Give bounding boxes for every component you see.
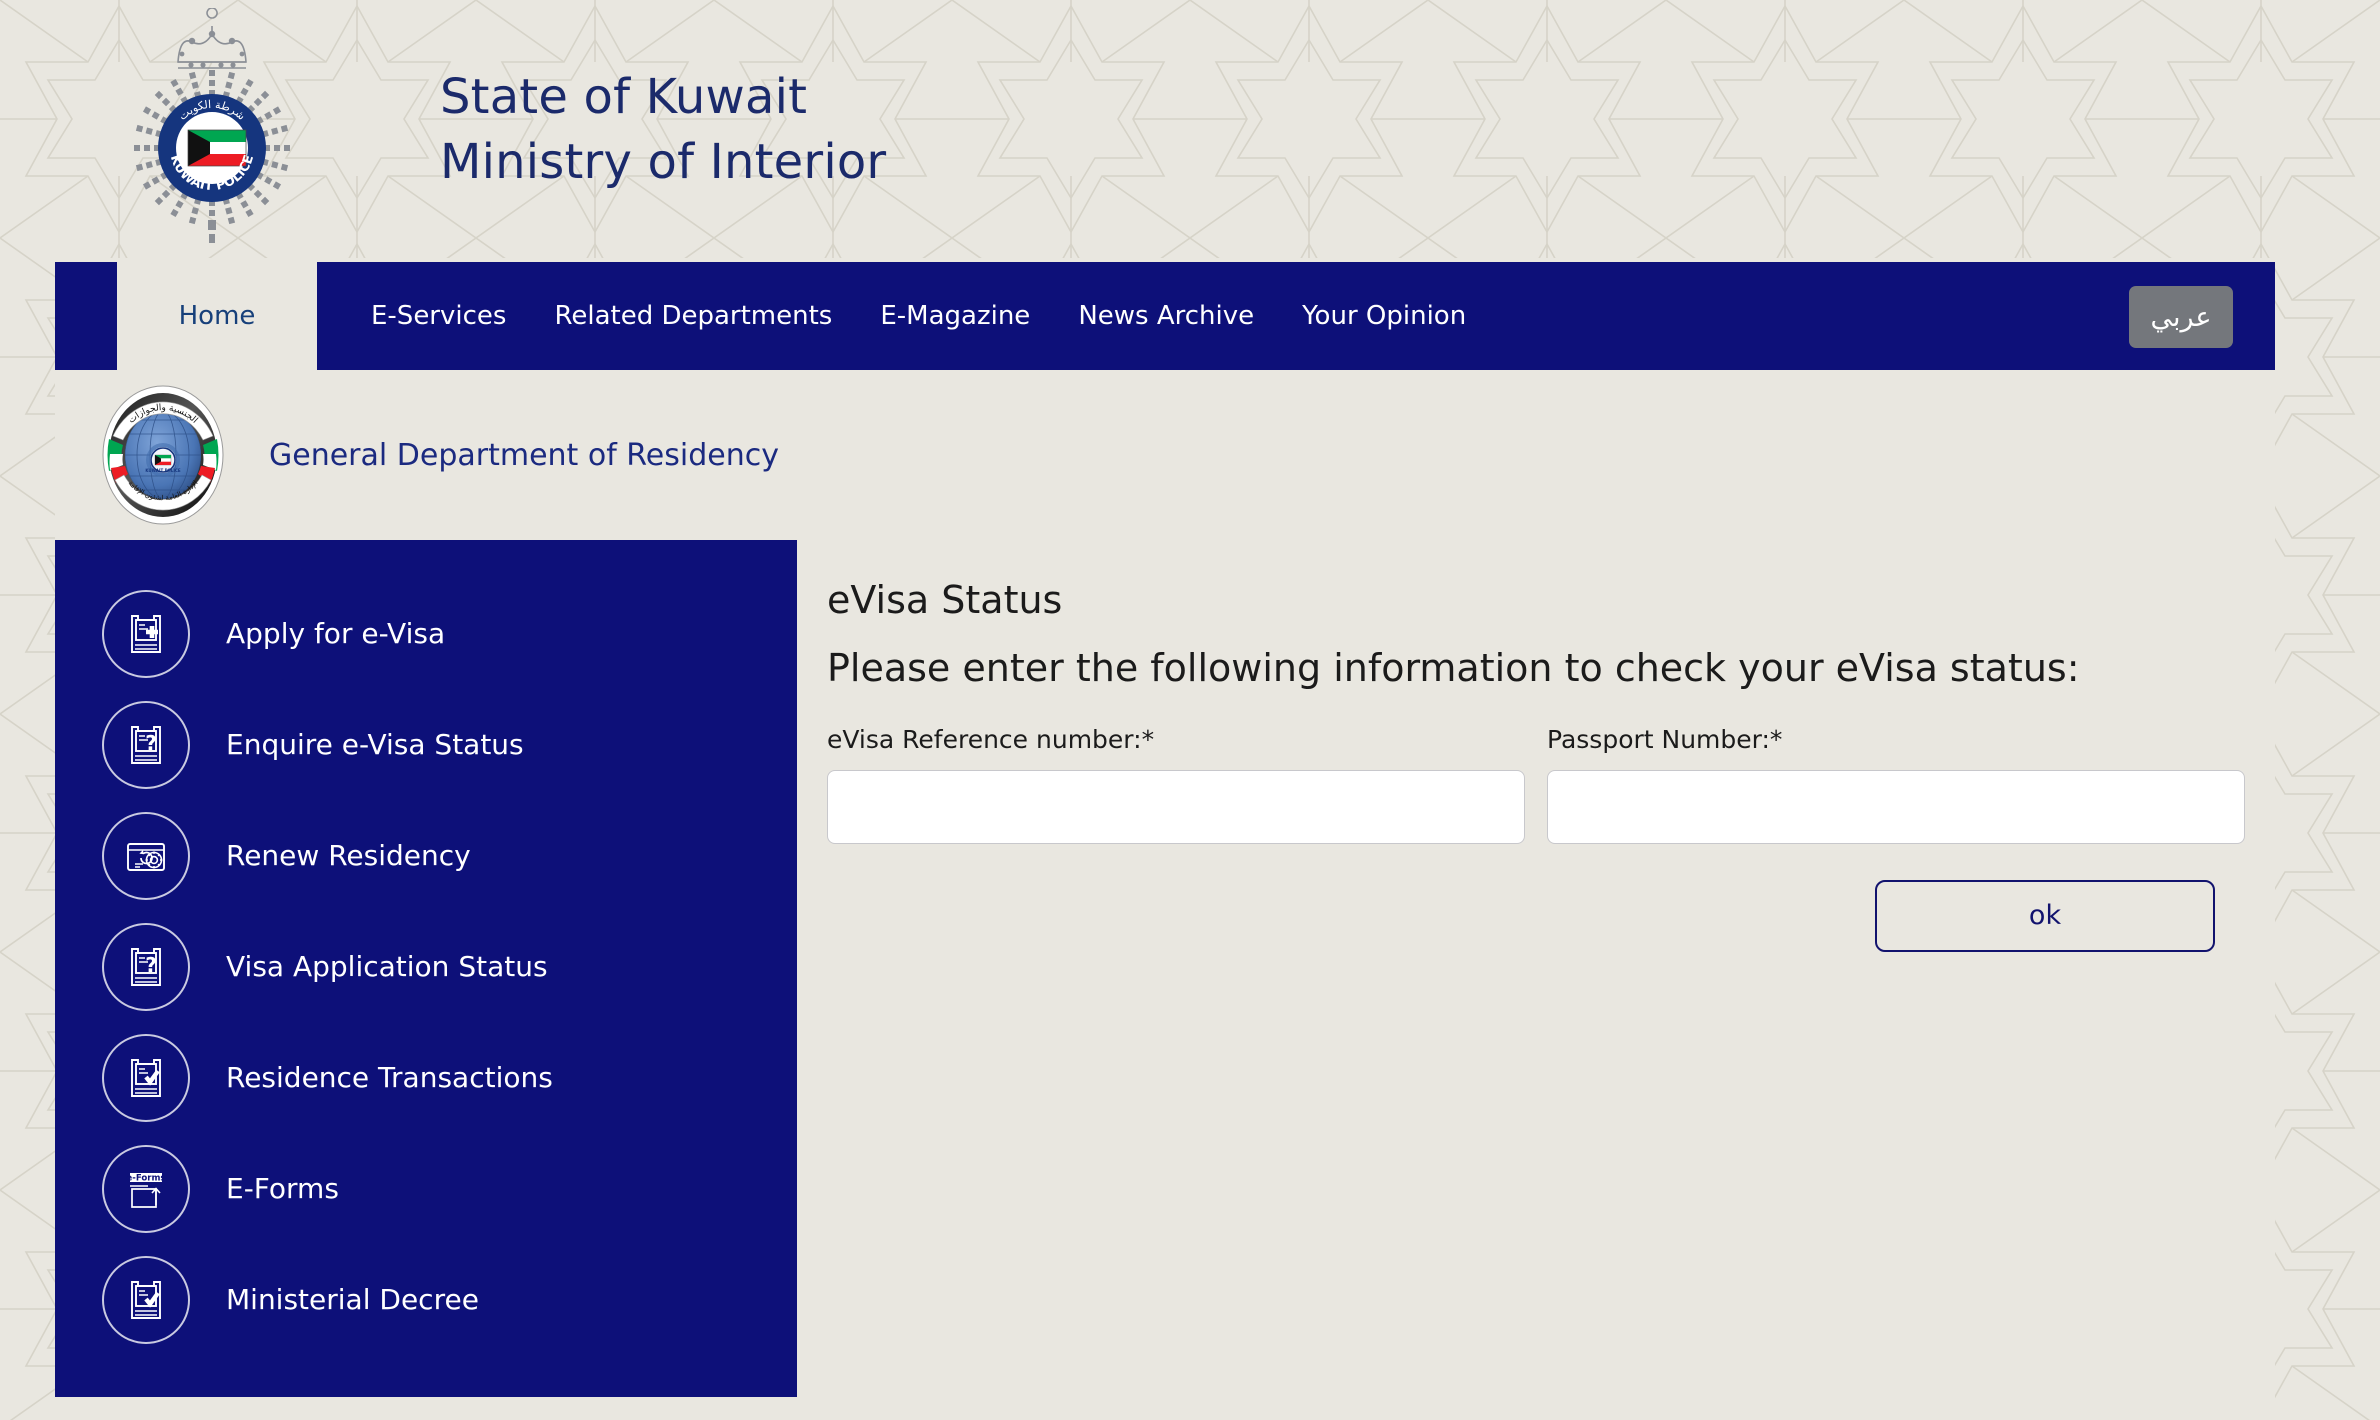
svg-text:?: ?: [145, 953, 157, 977]
nav-item-e-services[interactable]: E-Services: [347, 262, 530, 370]
field-evisa-reference-number-label: eVisa Reference number:*: [827, 724, 1155, 754]
services-sidebar: Apply for e-Visa ? Enquire e-Visa Status: [55, 540, 797, 1397]
page-title: eVisa Status: [827, 578, 1063, 622]
sidebar-item-visa-application-status-label: Visa Application Status: [226, 950, 548, 983]
nav-item-e-magazine-label: E-Magazine: [880, 301, 1031, 331]
masthead: KUWAIT POLICE شرطة الكويت State of Kuwai…: [0, 0, 2380, 258]
nav-item-home-label: Home: [178, 301, 256, 331]
kuwait-police-emblem-icon: KUWAIT POLICE شرطة الكويت: [96, 8, 328, 248]
nav-item-your-opinion-label: Your Opinion: [1302, 301, 1467, 331]
department-header: KUWAIT POLICE الجنسية والجوازات الإدارة …: [55, 370, 2275, 540]
nav-item-news-archive-label: News Archive: [1078, 301, 1255, 331]
document-question-icon: ?: [102, 700, 190, 789]
general-department-of-residency-emblem-icon: KUWAIT POLICE الجنسية والجوازات الإدارة …: [99, 384, 227, 526]
nav-item-e-magazine[interactable]: E-Magazine: [856, 262, 1054, 370]
nav-item-e-services-label: E-Services: [371, 301, 507, 331]
sidebar-item-ministerial-decree[interactable]: Ministerial Decree: [55, 1244, 797, 1355]
nav-item-your-opinion[interactable]: Your Opinion: [1278, 262, 1490, 370]
masthead-title-line2: Ministry of Interior: [440, 133, 887, 190]
masthead-titles: State of Kuwait Ministry of Interior: [440, 68, 886, 191]
page-subtitle: Please enter the following information t…: [827, 646, 2080, 690]
field-evisa-reference-number: eVisa Reference number:*: [827, 725, 1525, 844]
evisa-status-form: eVisa Reference number:* Passport Number…: [827, 725, 2245, 844]
document-check-icon: [102, 1255, 190, 1344]
sidebar-item-residence-transactions-label: Residence Transactions: [226, 1061, 553, 1094]
svg-text:?: ?: [145, 731, 157, 755]
nav-item-home[interactable]: Home: [117, 262, 317, 370]
sidebar-item-renew-residency[interactable]: Renew Residency: [55, 800, 797, 911]
svg-text:KUWAIT POLICE: KUWAIT POLICE: [145, 468, 181, 473]
svg-text:e-Forms: e-Forms: [126, 1173, 165, 1183]
evisa-reference-number-input[interactable]: [827, 769, 1525, 844]
nav-item-news-archive[interactable]: News Archive: [1054, 262, 1278, 370]
main-content: eVisa Status Please enter the following …: [797, 540, 2275, 1420]
sidebar-item-enquire-e-visa-status-label: Enquire e-Visa Status: [226, 728, 524, 761]
sidebar-item-ministerial-decree-label: Ministerial Decree: [226, 1283, 479, 1316]
ok-button[interactable]: ok: [1875, 879, 2215, 952]
sidebar-item-apply-for-e-visa-label: Apply for e-Visa: [226, 617, 446, 650]
main-navigation: Home E-Services Related Departments E-Ma…: [55, 262, 2275, 370]
document-question-icon: ?: [102, 922, 190, 1011]
field-passport-number: Passport Number:*: [1547, 725, 2245, 844]
id-card-refresh-icon: [102, 811, 190, 900]
nav-left-block: [55, 262, 117, 370]
passport-number-input[interactable]: [1547, 769, 2245, 844]
nav-item-related-departments-label: Related Departments: [554, 301, 833, 331]
field-passport-number-label: Passport Number:*: [1547, 724, 1783, 754]
e-forms-upload-icon: e-Forms: [102, 1144, 190, 1233]
sidebar-item-residence-transactions[interactable]: Residence Transactions: [55, 1022, 797, 1133]
sidebar-item-apply-for-e-visa[interactable]: Apply for e-Visa: [55, 578, 797, 689]
nav-items-group: E-Services Related Departments E-Magazin…: [317, 262, 1490, 370]
masthead-title-line1: State of Kuwait: [440, 69, 808, 125]
sidebar-item-e-forms[interactable]: e-Forms E-Forms: [55, 1133, 797, 1244]
sidebar-item-e-forms-label: E-Forms: [226, 1172, 339, 1205]
nav-item-related-departments[interactable]: Related Departments: [530, 262, 856, 370]
form-actions: ok: [827, 879, 2245, 952]
language-toggle-button[interactable]: عربي: [2129, 286, 2233, 348]
document-check-icon: [102, 1033, 190, 1122]
sidebar-item-renew-residency-label: Renew Residency: [226, 839, 471, 872]
sidebar-item-visa-application-status[interactable]: ? Visa Application Status: [55, 911, 797, 1022]
sidebar-item-enquire-e-visa-status[interactable]: ? Enquire e-Visa Status: [55, 689, 797, 800]
department-title: General Department of Residency: [269, 437, 779, 473]
document-plus-icon: [102, 589, 190, 678]
